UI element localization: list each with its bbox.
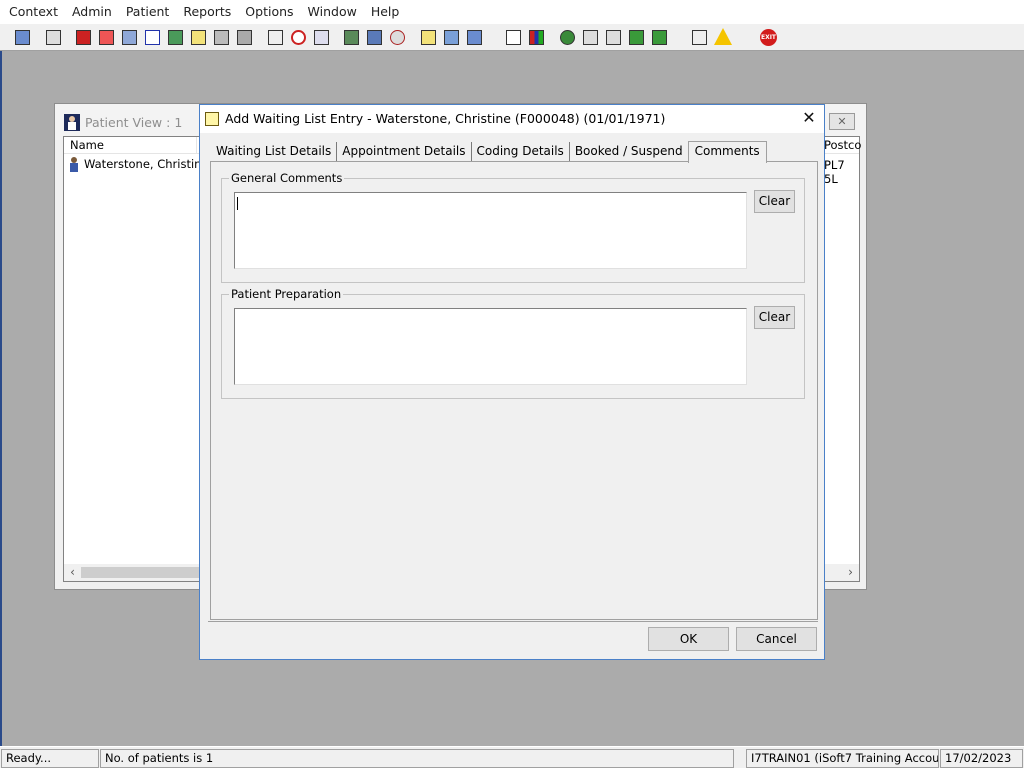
scanner-icon[interactable] xyxy=(119,27,140,48)
scroll-left-icon[interactable]: ‹ xyxy=(64,564,81,581)
globe-icon[interactable] xyxy=(557,27,578,48)
menu-options[interactable]: Options xyxy=(238,0,300,24)
history-icon[interactable] xyxy=(387,27,408,48)
cancel-button[interactable]: Cancel xyxy=(736,627,817,651)
menu-context[interactable]: Context xyxy=(2,0,65,24)
comments-tab-panel: General Comments Clear Patient Preparati… xyxy=(210,161,818,620)
notes-icon[interactable] xyxy=(188,27,209,48)
note-pad-icon xyxy=(205,112,219,126)
close-icon[interactable]: ✕ xyxy=(829,113,855,130)
toolbar: EXIT xyxy=(0,24,1024,51)
dialog-separator xyxy=(208,621,818,622)
doctor-icon[interactable] xyxy=(165,27,186,48)
scroll-right-icon[interactable]: › xyxy=(842,564,859,581)
clock-icon[interactable] xyxy=(288,27,309,48)
menu-help[interactable]: Help xyxy=(364,0,407,24)
add-waiting-list-dialog: Add Waiting List Entry - Waterstone, Chr… xyxy=(199,104,825,660)
table-row[interactable]: Waterstone, Christine... xyxy=(66,156,219,172)
photo-icon[interactable] xyxy=(341,27,362,48)
patient-group-icon[interactable] xyxy=(464,27,485,48)
patient-person-icon xyxy=(64,114,80,131)
letters-icon[interactable] xyxy=(364,27,385,48)
status-date: 17/02/2023 xyxy=(940,749,1023,768)
menu-patient[interactable]: Patient xyxy=(119,0,177,24)
search-document-icon[interactable] xyxy=(265,27,286,48)
close-icon[interactable]: ✕ xyxy=(794,105,824,133)
menu-reports[interactable]: Reports xyxy=(176,0,238,24)
list-edit-icon[interactable] xyxy=(603,27,624,48)
monitor-icon[interactable] xyxy=(311,27,332,48)
column-postcode[interactable]: Postco xyxy=(824,138,861,152)
m-letter-icon[interactable] xyxy=(142,27,163,48)
book-icon[interactable] xyxy=(73,27,94,48)
patient-preparation-input[interactable] xyxy=(234,308,747,385)
status-bar: Ready... No. of patients is 1 I7TRAIN01 … xyxy=(0,746,1024,768)
patient-person-icon xyxy=(70,157,78,172)
tab-appointment-details[interactable]: Appointment Details xyxy=(337,142,472,162)
note-pad-icon[interactable] xyxy=(418,27,439,48)
arrows-swap-icon[interactable] xyxy=(689,27,710,48)
dialog-titlebar: Add Waiting List Entry - Waterstone, Chr… xyxy=(200,105,824,133)
column-divider xyxy=(196,137,197,154)
patient-preparation-label: Patient Preparation xyxy=(229,287,344,301)
column-name[interactable]: Name xyxy=(70,138,104,152)
warning-icon[interactable] xyxy=(712,27,733,48)
exit-icon[interactable]: EXIT xyxy=(758,27,779,48)
list-check-icon[interactable] xyxy=(580,27,601,48)
ok-button[interactable]: OK xyxy=(648,627,729,651)
referral-icon[interactable] xyxy=(211,27,232,48)
scrollbar-thumb[interactable] xyxy=(81,567,201,578)
patient-postcode-cell: PL7 5L xyxy=(824,158,845,186)
tab-strip: Waiting List Details Appointment Details… xyxy=(211,141,767,163)
blank-page-icon[interactable] xyxy=(503,27,524,48)
tab-comments[interactable]: Comments xyxy=(687,141,767,163)
ambulance-icon[interactable] xyxy=(441,27,462,48)
printer-icon[interactable] xyxy=(43,27,64,48)
edit-document-icon[interactable] xyxy=(96,27,117,48)
bar-chart-icon[interactable] xyxy=(526,27,547,48)
text-caret xyxy=(237,197,238,210)
patient-view-title: Patient View : 1 xyxy=(85,115,183,130)
patient-preparation-group: Patient Preparation Clear xyxy=(221,287,805,399)
transfer-icon[interactable] xyxy=(234,27,255,48)
status-patient-count: No. of patients is 1 xyxy=(100,749,734,768)
general-comments-input[interactable] xyxy=(234,192,747,269)
general-comments-group: General Comments Clear xyxy=(221,171,805,283)
tab-booked-suspend[interactable]: Booked / Suspend xyxy=(570,142,688,162)
menu-bar: Context Admin Patient Reports Options Wi… xyxy=(0,0,1024,24)
list-down-icon[interactable] xyxy=(626,27,647,48)
patient-person-icon[interactable] xyxy=(12,27,33,48)
clear-patient-preparation-button[interactable]: Clear xyxy=(754,306,795,329)
menu-window[interactable]: Window xyxy=(301,0,364,24)
clear-general-comments-button[interactable]: Clear xyxy=(754,190,795,213)
dialog-title: Add Waiting List Entry - Waterstone, Chr… xyxy=(225,111,666,126)
general-comments-label: General Comments xyxy=(229,171,345,185)
menu-admin[interactable]: Admin xyxy=(65,0,119,24)
status-account: I7TRAIN01 (iSoft7 Training Account) xyxy=(746,749,939,768)
tab-waiting-list-details[interactable]: Waiting List Details xyxy=(211,142,338,162)
status-state: Ready... xyxy=(1,749,99,768)
list-up-icon[interactable] xyxy=(649,27,670,48)
tab-coding-details[interactable]: Coding Details xyxy=(472,142,570,162)
